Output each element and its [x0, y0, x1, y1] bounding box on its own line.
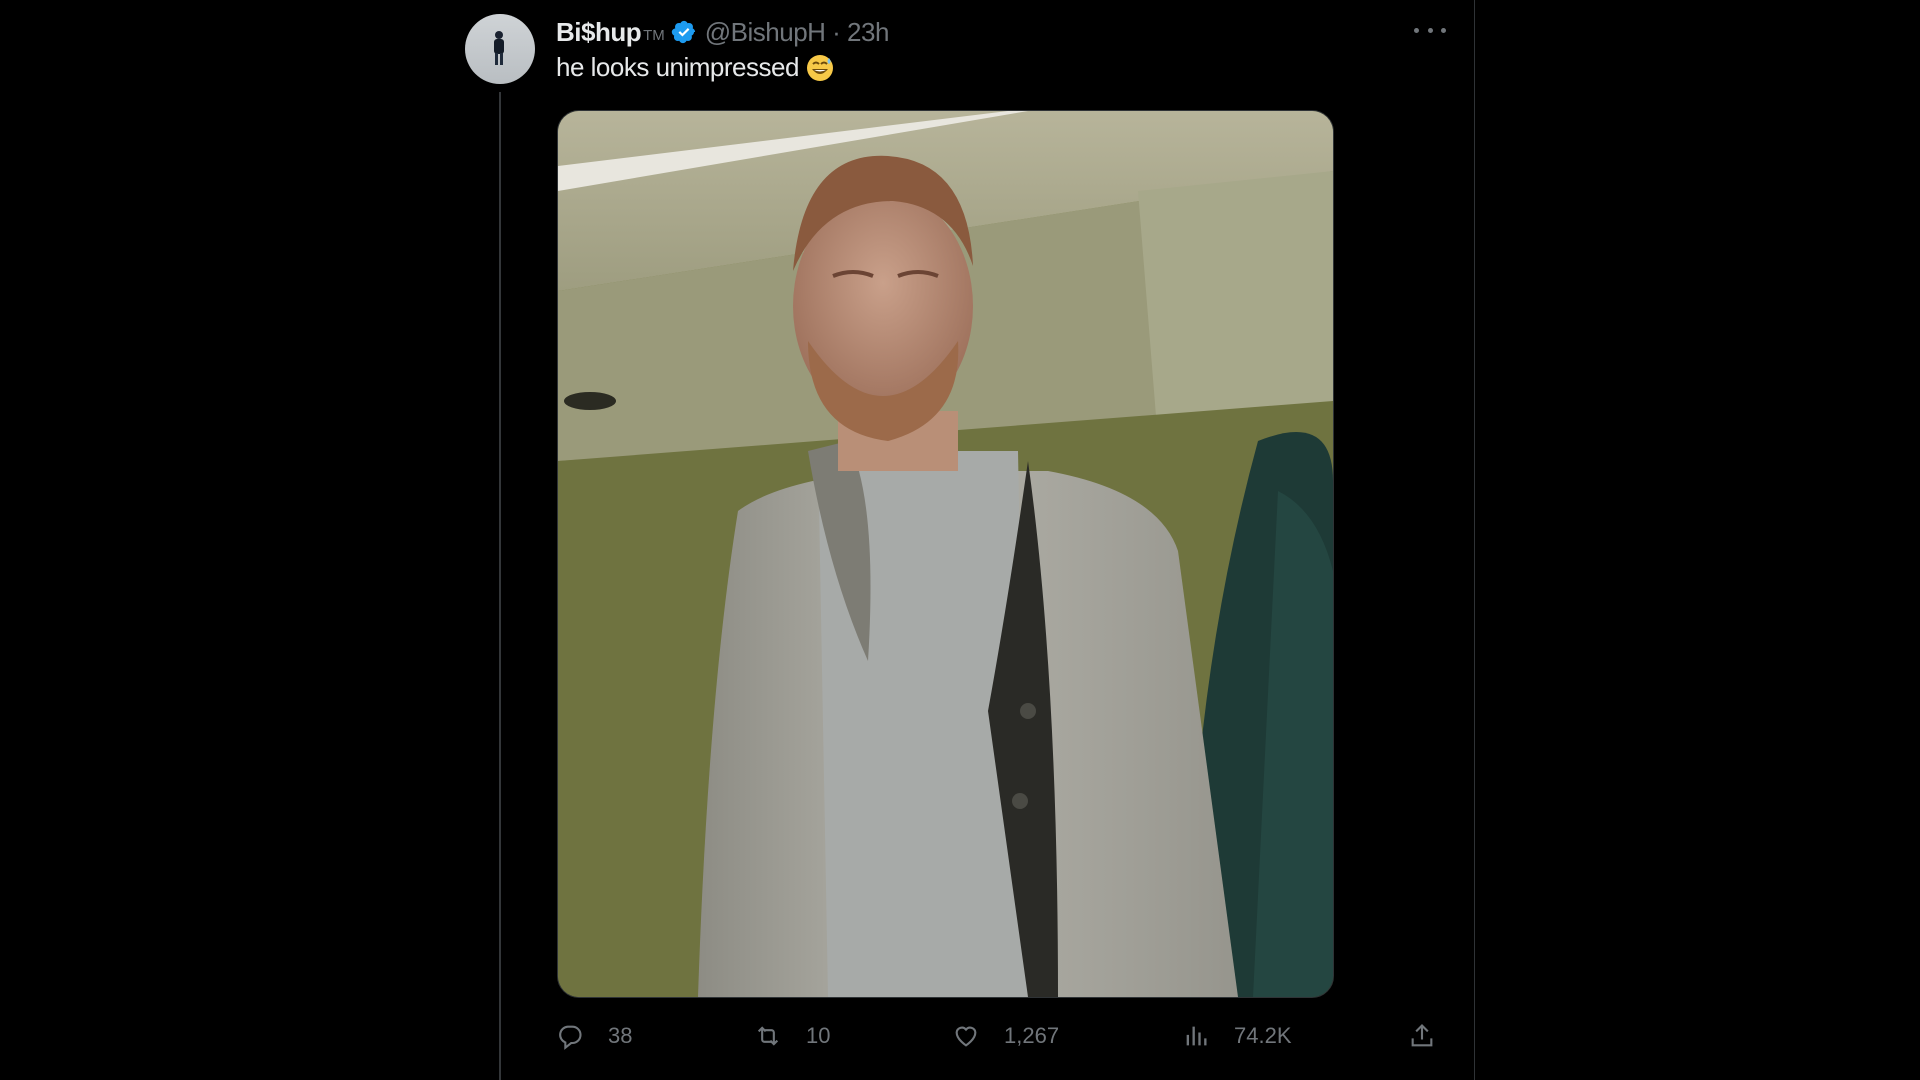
reply-count: 38 — [608, 1023, 633, 1048]
like-button[interactable]: 1,267 — [952, 1016, 1059, 1056]
views-count: 74.2K — [1234, 1023, 1292, 1048]
avatar[interactable] — [465, 14, 535, 84]
like-count: 1,267 — [1004, 1023, 1060, 1048]
retweet-button[interactable]: 10 — [754, 1016, 830, 1056]
views-icon — [1186, 1026, 1207, 1046]
tweet-text: he looks unimpressed — [556, 52, 835, 83]
retweet-icon — [757, 1026, 779, 1046]
views-button[interactable]: 74.2K — [1182, 1016, 1292, 1056]
tweet-media-photo[interactable] — [557, 110, 1334, 998]
column-divider-right — [1474, 0, 1475, 1080]
share-icon — [1411, 1024, 1433, 1047]
reply-button[interactable]: 38 — [556, 1016, 632, 1056]
more-icon[interactable] — [1414, 18, 1446, 42]
tweet-header: Bi$hup TM @BishupH · 23h — [556, 14, 889, 50]
like-icon — [955, 1026, 977, 1047]
tweet-actions: 38 10 1,267 74.2K — [556, 1016, 1446, 1056]
avatar-figure — [494, 31, 504, 65]
display-name[interactable]: Bi$hup — [556, 17, 642, 48]
column-divider-left — [449, 0, 450, 1080]
retweet-count: 10 — [806, 1023, 831, 1048]
photo-man-in-grey-blazer — [558, 111, 1333, 997]
grinning-sweat-emoji-icon — [806, 54, 833, 81]
tweet-text-content: he looks unimpressed — [556, 52, 799, 82]
name-suffix: TM — [643, 26, 665, 44]
share-button[interactable] — [1408, 1016, 1436, 1056]
handle-and-time[interactable]: @BishupH · 23h — [705, 17, 890, 48]
verified-badge-icon — [671, 20, 695, 44]
reply-icon — [559, 1025, 582, 1050]
thread-line — [499, 92, 501, 1080]
